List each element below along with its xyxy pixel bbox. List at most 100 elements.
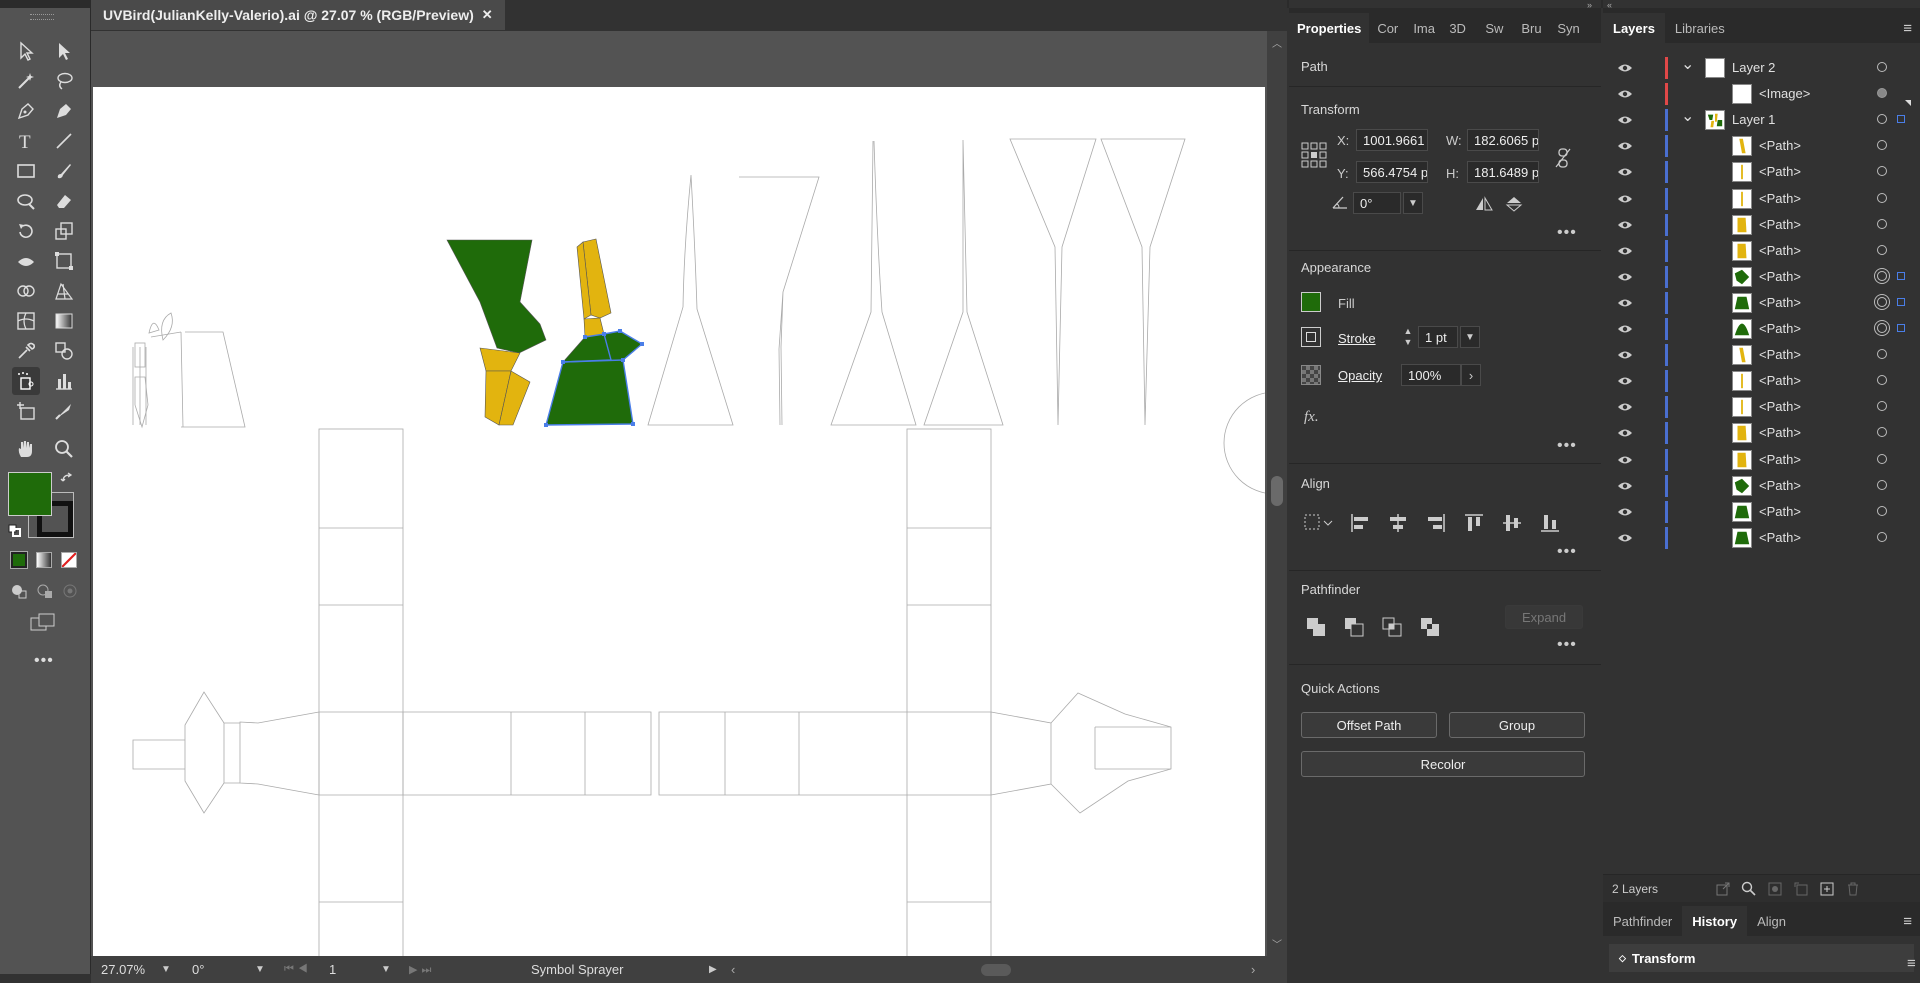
h-field[interactable]: 181.6489 p bbox=[1467, 161, 1539, 183]
layer-item-row[interactable]: <Path> bbox=[1603, 394, 1920, 420]
history-panel-menu-icon[interactable]: ≡ bbox=[1907, 955, 1916, 972]
default-colors-icon[interactable] bbox=[8, 524, 22, 538]
pathfinder-exclude-icon[interactable] bbox=[1419, 616, 1441, 638]
tab-history[interactable]: History bbox=[1682, 906, 1748, 936]
fill-color-swatch-front[interactable] bbox=[8, 472, 52, 516]
align-to-selection-icon[interactable] bbox=[1303, 512, 1333, 532]
opacity-field[interactable]: 100% bbox=[1401, 364, 1461, 386]
align-more-options-icon[interactable]: ••• bbox=[1557, 543, 1577, 561]
next-last-artboard-icons[interactable]: ▶⏭ bbox=[409, 960, 435, 979]
chevron-down-icon[interactable]: ⌄ bbox=[1681, 54, 1694, 74]
first-prev-artboard-icons[interactable]: ⏮◀ bbox=[284, 960, 312, 979]
close-tab-icon[interactable]: ✕ bbox=[482, 7, 493, 23]
layer-item-row[interactable]: <Path> bbox=[1603, 133, 1920, 159]
vertical-scroll-thumb[interactable] bbox=[1271, 476, 1283, 506]
target-circle-icon[interactable] bbox=[1877, 531, 1887, 542]
layer-item-row[interactable]: <Path> bbox=[1603, 420, 1920, 446]
constrain-proportions-icon[interactable] bbox=[1555, 147, 1571, 169]
shape-builder-tool-icon[interactable] bbox=[12, 277, 40, 305]
hand-tool-icon[interactable] bbox=[12, 435, 40, 463]
tab-align[interactable]: Align bbox=[1747, 906, 1796, 936]
w-field[interactable]: 182.6065 p bbox=[1467, 129, 1539, 151]
draw-normal-icon[interactable] bbox=[10, 582, 28, 600]
lasso-tool-icon[interactable] bbox=[50, 67, 78, 95]
rotation-value[interactable]: 0° bbox=[192, 960, 252, 979]
visibility-eye-icon[interactable] bbox=[1617, 400, 1633, 414]
draw-inside-icon[interactable] bbox=[61, 582, 79, 600]
selection-indicator[interactable] bbox=[1897, 324, 1905, 332]
gradient-tool-icon[interactable] bbox=[50, 307, 78, 335]
target-circle-icon[interactable] bbox=[1877, 349, 1887, 360]
target-circle-icon[interactable] bbox=[1877, 244, 1887, 255]
visibility-eye-icon[interactable] bbox=[1617, 296, 1633, 310]
selection-tool-icon[interactable] bbox=[12, 37, 40, 65]
status-menu-icon[interactable]: ▶ bbox=[709, 960, 717, 979]
screen-mode-icon[interactable] bbox=[30, 612, 56, 632]
tab-color[interactable]: Cor bbox=[1369, 13, 1405, 43]
offset-path-button[interactable]: Offset Path bbox=[1301, 712, 1437, 738]
visibility-eye-icon[interactable] bbox=[1617, 139, 1633, 153]
align-left-icon[interactable] bbox=[1349, 512, 1371, 534]
tab-layers[interactable]: Layers bbox=[1603, 13, 1665, 43]
scroll-up-icon[interactable]: ︿ bbox=[1272, 35, 1282, 50]
visibility-eye-icon[interactable] bbox=[1617, 426, 1633, 440]
delete-layer-icon[interactable] bbox=[1845, 881, 1861, 897]
tab-symbols[interactable]: Syn bbox=[1549, 13, 1585, 43]
gradient-mode-icon[interactable] bbox=[36, 552, 52, 568]
free-transform-tool-icon[interactable] bbox=[50, 247, 78, 275]
mesh-tool-icon[interactable] bbox=[12, 307, 40, 335]
rotate-angle-dropdown-icon[interactable]: ▼ bbox=[1403, 192, 1423, 214]
tab-pathfinder[interactable]: Pathfinder bbox=[1603, 906, 1682, 936]
align-bottom-icon[interactable] bbox=[1539, 512, 1561, 534]
toolbar-grip[interactable] bbox=[30, 14, 54, 20]
target-circle-icon[interactable] bbox=[1877, 505, 1887, 516]
rotate-tool-icon[interactable] bbox=[12, 217, 40, 245]
y-field[interactable]: 566.4754 p bbox=[1356, 161, 1428, 183]
flip-vertical-icon[interactable] bbox=[1505, 196, 1523, 212]
rectangle-tool-icon[interactable] bbox=[12, 157, 40, 185]
shaper-tool-icon[interactable] bbox=[12, 187, 40, 215]
fill-swatch[interactable] bbox=[1301, 292, 1321, 312]
layer-item-row[interactable]: <Path> bbox=[1603, 238, 1920, 264]
align-right-icon[interactable] bbox=[1425, 512, 1447, 534]
layer-item-row[interactable]: <Path> bbox=[1603, 525, 1920, 551]
target-circle-icon[interactable] bbox=[1877, 88, 1887, 99]
align-vertical-center-icon[interactable] bbox=[1501, 512, 1523, 534]
artboard-number[interactable]: 1 bbox=[329, 960, 369, 979]
eyedropper-tool-icon[interactable] bbox=[12, 337, 40, 365]
visibility-eye-icon[interactable] bbox=[1617, 453, 1633, 467]
stroke-weight-field[interactable]: 1 pt bbox=[1418, 326, 1458, 348]
layer-row[interactable]: ⌄ Layer 2 bbox=[1603, 55, 1920, 81]
tab-3d[interactable]: 3D bbox=[1441, 13, 1477, 43]
type-tool-icon[interactable]: T bbox=[12, 127, 40, 155]
create-new-layer-icon[interactable] bbox=[1819, 881, 1835, 897]
layer-item-row[interactable]: <Path> bbox=[1603, 342, 1920, 368]
bottom-panel-menu-icon[interactable]: ≡ bbox=[1895, 906, 1920, 936]
layer-item-row[interactable]: <Path> bbox=[1603, 473, 1920, 499]
target-circle-icon[interactable] bbox=[1877, 62, 1887, 72]
target-circle-icon[interactable] bbox=[1877, 270, 1887, 281]
document-tab[interactable]: UVBird(JulianKelly-Valerio).ai @ 27.07 %… bbox=[91, 0, 505, 30]
rotation-dropdown-icon[interactable]: ▼ bbox=[255, 960, 265, 979]
target-circle-icon[interactable] bbox=[1877, 296, 1887, 307]
visibility-eye-icon[interactable] bbox=[1617, 244, 1633, 258]
appearance-more-options-icon[interactable]: ••• bbox=[1557, 437, 1577, 455]
color-mode-icon[interactable] bbox=[10, 551, 28, 569]
target-circle-icon[interactable] bbox=[1877, 323, 1887, 333]
visibility-eye-icon[interactable] bbox=[1617, 322, 1633, 336]
zoom-level[interactable]: 27.07% bbox=[101, 960, 169, 979]
visibility-eye-icon[interactable] bbox=[1617, 479, 1633, 493]
transform-more-options-icon[interactable]: ••• bbox=[1557, 224, 1577, 242]
create-sublayer-icon[interactable] bbox=[1793, 881, 1809, 897]
visibility-eye-icon[interactable] bbox=[1617, 113, 1633, 127]
tab-brushes[interactable]: Bru bbox=[1513, 13, 1549, 43]
align-top-icon[interactable] bbox=[1463, 512, 1485, 534]
layer-item-row[interactable]: <Path> bbox=[1603, 368, 1920, 394]
make-clipping-mask-icon[interactable] bbox=[1767, 881, 1783, 897]
tab-swatches[interactable]: Sw bbox=[1477, 13, 1513, 43]
artboard-tool-icon[interactable] bbox=[12, 397, 40, 425]
artboard-dropdown-icon[interactable]: ▼ bbox=[381, 960, 391, 979]
layer-item-row[interactable]: <Path> bbox=[1603, 316, 1920, 342]
layer-item-row[interactable]: <Path> bbox=[1603, 499, 1920, 525]
layer-row[interactable]: ⌄ Layer 1 bbox=[1603, 100, 1920, 133]
